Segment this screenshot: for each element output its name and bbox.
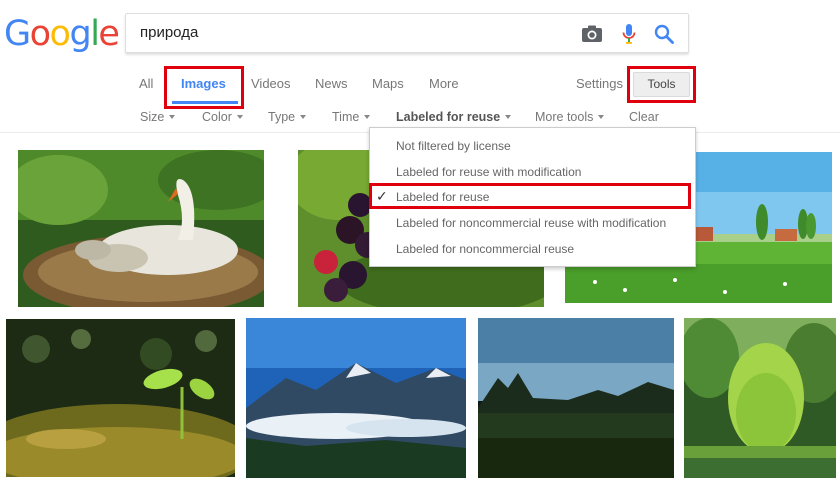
microphone-icon[interactable] [622,23,636,45]
filter-usage-rights[interactable]: Labeled for reuse [396,109,512,125]
highlight-box-images [164,66,244,109]
swan-thumbnail [18,150,264,307]
tab-all[interactable]: All [139,74,153,94]
filter-size[interactable]: Size [140,109,176,125]
image-result-sprout[interactable] [6,319,235,477]
dropdown-item-noncommercial-modification[interactable]: Labeled for noncommercial reuse with mod… [396,215,666,231]
search-input[interactable]: природа [140,24,198,41]
dropdown-item-reuse-modification[interactable]: Labeled for reuse with modification [396,164,581,180]
filter-type-label: Type [268,110,296,124]
dropdown-item-noncommercial[interactable]: Labeled for noncommercial reuse [396,241,574,257]
caret-down-icon [364,114,371,119]
logo-letter: o [49,14,71,54]
image-result-swan[interactable] [18,150,264,307]
settings-link[interactable]: Settings [576,74,623,94]
filter-color[interactable]: Color [202,109,243,125]
filter-time[interactable]: Time [332,109,371,125]
logo-letter: l [90,14,100,54]
caret-down-icon [505,114,512,119]
filters-bar: Size Color Type Time Labeled for reuse M… [0,109,840,127]
logo-letter: g [69,14,91,54]
filter-color-label: Color [202,110,232,124]
tab-more[interactable]: More [429,74,459,94]
caret-down-icon [236,114,243,119]
caret-down-icon [169,114,176,119]
tabs-bar: All Images Videos News Maps More Setting… [0,74,840,96]
willow-thumbnail [684,318,836,478]
logo-letter: o [29,14,51,54]
highlight-box-tools [627,66,696,103]
caret-down-icon [300,114,307,119]
filter-more-tools[interactable]: More tools [535,109,605,125]
image-result-willow[interactable] [684,318,836,478]
dusk-field-thumbnail [478,318,674,478]
tab-videos[interactable]: Videos [251,74,291,94]
filter-usage-rights-label: Labeled for reuse [396,110,501,124]
filter-more-tools-label: More tools [535,110,594,124]
filter-time-label: Time [332,110,360,124]
mountains-thumbnail [246,318,466,478]
caret-down-icon [598,114,605,119]
logo-letter: e [98,14,120,54]
camera-icon[interactable] [581,24,603,44]
filter-type[interactable]: Type [268,109,307,125]
search-box[interactable]: природа [125,13,689,53]
tab-maps[interactable]: Maps [372,74,404,94]
dropdown-item-not-filtered[interactable]: Not filtered by license [396,138,511,154]
filter-clear[interactable]: Clear [629,109,659,125]
highlight-box-labeled-for-reuse [369,183,691,209]
google-logo[interactable]: Google [4,14,120,54]
header: Google природа All Images Videos News Ma… [0,0,840,133]
filter-size-label: Size [140,110,165,124]
logo-letter: G [4,14,31,54]
image-result-dusk-field[interactable] [478,318,674,478]
tab-news[interactable]: News [315,74,348,94]
search-icon[interactable] [653,23,675,45]
image-result-mountains[interactable] [246,318,466,478]
sprout-thumbnail [6,319,235,477]
